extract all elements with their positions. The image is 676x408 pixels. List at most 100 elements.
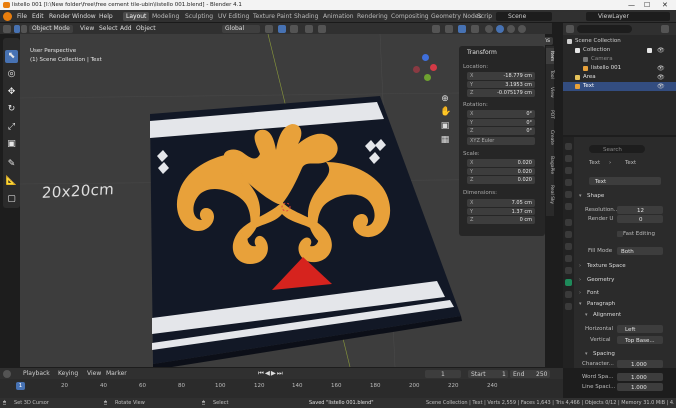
timeline-editor[interactable]: Playback Keying View Marker ⏮◀▶⏭ 1 Start… [0,368,563,398]
data-props-icon[interactable] [565,279,572,286]
rotation-x-field[interactable]: X 0° [467,110,535,118]
menu-file[interactable]: File [17,13,27,20]
physics-props-icon[interactable] [565,255,572,262]
rotation-y-field[interactable]: Y 0° [467,118,535,126]
material-props-icon[interactable] [565,291,572,298]
section-shape[interactable]: ▾ Shape [577,192,672,201]
outliner-filter-icon[interactable] [661,25,669,33]
location-x-field[interactable]: X -18.779 cm [467,72,535,80]
rotate-tool-icon[interactable]: ↻ [5,103,18,116]
vertical-align-dropdown[interactable]: Top Base... [617,336,663,344]
camera-view-icon[interactable]: ▣ [440,121,450,131]
scene-selector[interactable]: Scene [496,12,552,21]
character-spacing-field[interactable]: 1.000 [617,360,663,368]
workspace-tab-shading[interactable]: Shading [291,12,321,21]
eye-icon[interactable]: 👁 [657,65,665,72]
tool-props-icon[interactable] [565,143,572,150]
add-cube-tool-icon[interactable]: ▢ [5,193,18,206]
cursor-tool-icon[interactable]: ◎ [5,68,18,81]
workspace-tab-scripting[interactable]: Scripting [474,12,492,21]
navigation-gizmo[interactable] [408,52,442,86]
viewport-menu-object[interactable]: Object [133,25,159,33]
maximize-button[interactable]: ☐ [644,1,650,9]
transform-orientation-dropdown[interactable]: Global [222,25,260,33]
tab-create[interactable]: Create [546,126,554,148]
menu-edit[interactable]: Edit [32,13,44,20]
snap-target-icon[interactable] [290,25,298,33]
scale-z-field[interactable]: Z 0.020 [467,176,535,184]
dimensions-x-field[interactable]: X 7.05 cm [467,199,535,207]
text-object-label[interactable]: 20x20cm [41,180,114,202]
shading-solid-icon[interactable] [496,25,504,33]
constraints-props-icon[interactable] [565,267,572,274]
proportional-edit-icon[interactable] [305,25,313,33]
properties-search-field[interactable]: Search [589,145,645,153]
workspace-tab-layout[interactable]: Layout [123,12,150,21]
dimensions-z-field[interactable]: Z 0 cm [467,216,535,224]
outliner-row-collection[interactable]: Collection 👁 [563,46,676,55]
line-spacing-field[interactable]: 1.000 [617,383,663,391]
fill-mode-dropdown[interactable]: Both [617,247,663,255]
render-u-field[interactable]: 0 [617,215,663,223]
section-spacing[interactable]: ▾ Spacing [583,350,676,359]
blender-menu-icon[interactable] [3,12,12,21]
output-props-icon[interactable] [565,167,572,174]
scale-y-field[interactable]: Y 0.020 [467,167,535,175]
annotate-tool-icon[interactable]: ✎ [5,158,18,171]
shading-wireframe-icon[interactable] [485,25,493,33]
world-props-icon[interactable] [565,203,572,210]
tab-real-sky[interactable]: Real Sky [546,182,554,208]
shading-material-icon[interactable] [507,25,515,33]
view-layer-props-icon[interactable] [565,179,572,186]
workspace-tab-animation[interactable]: Animation [320,12,357,21]
viewlayer-selector[interactable]: ViewLayer [586,12,670,21]
location-y-field[interactable]: Y 3.1953 cm [467,80,535,88]
grid-view-icon[interactable]: ▦ [440,135,450,145]
end-frame-field[interactable]: End 250 [510,370,550,378]
rotation-mode-dropdown[interactable]: XYZ Euler [467,137,535,145]
proportional-falloff-icon[interactable] [318,25,326,33]
dimensions-y-field[interactable]: Y 1.37 cm [467,207,535,215]
horizontal-align-dropdown[interactable]: Left [617,325,663,333]
viewport-menu-add[interactable]: Add [117,25,135,33]
scene-props-icon[interactable] [565,191,572,198]
outliner-search-field[interactable] [577,25,632,33]
menu-help[interactable]: Help [99,13,113,20]
menu-render[interactable]: Render [49,13,70,20]
menu-window[interactable]: Window [72,13,96,20]
object-props-icon[interactable] [565,219,572,226]
workspace-tab-sculpting[interactable]: Sculpting [182,12,216,21]
playback-controls-icon[interactable]: ⏮◀▶⏭ [258,369,284,378]
eye-icon[interactable]: 👁 [657,74,665,81]
modifier-props-icon[interactable] [565,231,572,238]
move-tool-icon[interactable]: ✥ [5,86,18,99]
minimize-button[interactable]: — [628,1,635,9]
checkbox-icon[interactable] [647,48,652,53]
section-alignment[interactable]: ▾ Alignment [583,311,676,320]
section-geometry[interactable]: › Geometry [577,276,672,285]
word-spacing-field[interactable]: 1.000 [617,373,663,381]
timeline-editor-icon[interactable] [3,370,11,378]
workspace-tab-uv-editing[interactable]: UV Editing [215,12,252,21]
eye-icon[interactable]: 👁 [657,47,665,54]
select-extend-icon[interactable] [21,25,27,33]
editor-type-icon[interactable] [3,25,11,33]
tab-pdt[interactable]: PDT [546,106,554,122]
transform-header[interactable]: Transform [467,49,497,56]
render-props-icon[interactable] [565,155,572,162]
scale-tool-icon[interactable]: ⤢ [5,121,18,134]
outliner-row-text[interactable]: Text 👁 [563,82,676,91]
visibility-icon[interactable] [432,25,440,33]
eye-icon[interactable]: 👁 [657,83,665,90]
timeline-playhead[interactable]: 1 [16,382,25,390]
timeline-menu-keying[interactable]: Keying [58,370,78,377]
outliner-row-scene-collection[interactable]: Scene Collection [563,37,676,46]
viewport-menu-view[interactable]: View [77,25,97,33]
gizmo-z-icon[interactable] [422,54,429,61]
section-texture-space[interactable]: › Texture Space [577,262,672,271]
texture-props-icon[interactable] [565,303,572,310]
outliner-editor-icon[interactable] [566,25,574,33]
section-font[interactable]: › Font [577,289,672,298]
workspace-tab-modeling[interactable]: Modeling [149,12,182,21]
xray-toggle-icon[interactable] [471,25,479,33]
